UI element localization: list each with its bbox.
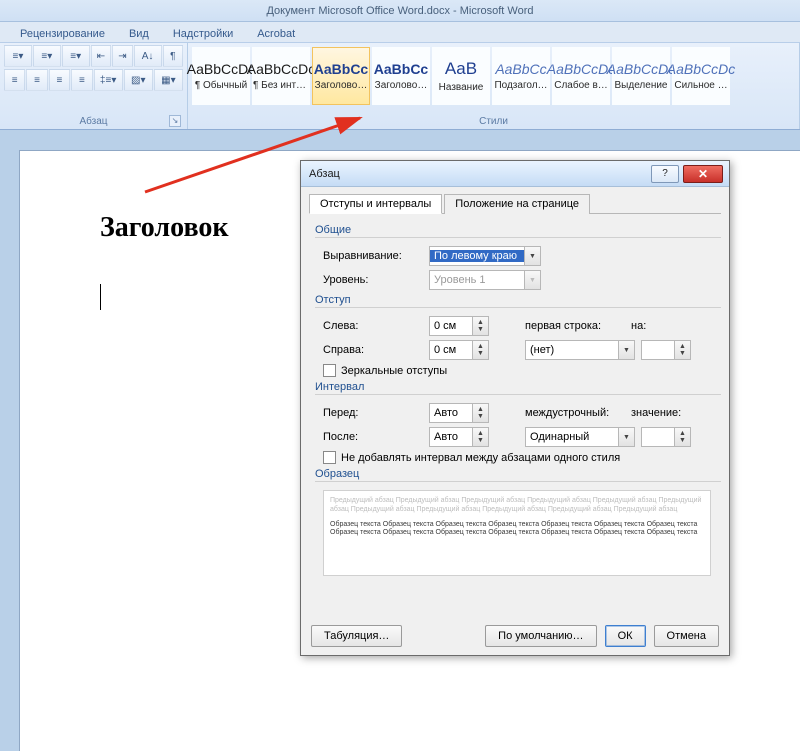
section-general-header: Общие [315, 224, 721, 238]
no-same-style-spacing-checkbox[interactable]: Не добавлять интервал между абзацами одн… [323, 451, 620, 464]
paragraph-dialog-launcher[interactable]: ↘ [169, 115, 181, 127]
spinner-buttons-icon: ▲▼ [472, 404, 488, 422]
sample-preview: Предыдущий абзац Предыдущий абзац Предыд… [323, 490, 711, 576]
dialog-help-button[interactable]: ? [651, 165, 679, 183]
ribbon-group-paragraph-label: Абзац [79, 116, 107, 127]
spacing-after-spin[interactable]: Авто ▲▼ [429, 427, 489, 447]
firstline-label: первая строка: [525, 320, 625, 332]
align-center-button[interactable]: ≡ [26, 69, 47, 91]
shading-button[interactable]: ▨▾ [124, 69, 153, 91]
checkbox-icon [323, 451, 336, 464]
firstline-by-spin[interactable]: ▲▼ [641, 340, 691, 360]
indent-increase-button[interactable]: ⇥ [112, 45, 132, 67]
ribbon-tab-review[interactable]: Рецензирование [16, 26, 109, 42]
sort-button[interactable]: A↓ [134, 45, 162, 67]
line-spacing-button[interactable]: ‡≡▾ [94, 69, 123, 91]
paragraph-dialog: Абзац ? ✕ Отступы и интервалы Положение … [300, 160, 730, 656]
style-normal[interactable]: AaBbCcDc ¶ Обычный [192, 47, 250, 105]
style-subtleemph[interactable]: AaBbCcDc Слабое в… [552, 47, 610, 105]
section-spacing-header: Интервал [315, 381, 721, 395]
linespacing-value-label: значение: [631, 407, 686, 419]
style-strong[interactable]: AaBbCcDc Сильное … [672, 47, 730, 105]
level-label: Уровень: [323, 274, 423, 286]
chevron-down-icon: ▼ [618, 341, 634, 359]
firstline-combo[interactable]: (нет) ▼ [525, 340, 635, 360]
spacing-after-label: После: [323, 431, 423, 443]
multilevel-button[interactable]: ≡▾ [62, 45, 90, 67]
chevron-down-icon: ▼ [524, 247, 540, 265]
chevron-down-icon: ▼ [524, 271, 540, 289]
style-title[interactable]: AaB Название [432, 47, 490, 105]
chevron-down-icon: ▼ [618, 428, 634, 446]
window-title: Документ Microsoft Office Word.docx - Mi… [266, 5, 533, 17]
cancel-button[interactable]: Отмена [654, 625, 719, 647]
show-marks-button[interactable]: ¶ [163, 45, 183, 67]
numbering-button[interactable]: ≡▾ [33, 45, 61, 67]
dialog-title: Абзац [307, 168, 647, 180]
spinner-buttons-icon: ▲▼ [674, 341, 690, 359]
style-heading1[interactable]: AaBbCc Заголово… [312, 47, 370, 105]
default-button[interactable]: По умолчанию… [485, 625, 596, 647]
alignment-label: Выравнивание: [323, 250, 423, 262]
dialog-body: Отступы и интервалы Положение на страниц… [301, 187, 729, 588]
ribbon: ≡▾ ≡▾ ≡▾ ⇤ ⇥ A↓ ¶ ≡ ≡ ≡ ≡ ‡≡▾ ▨▾ ▦▾ Абза… [0, 42, 800, 130]
level-combo[interactable]: Уровень 1 ▼ [429, 270, 541, 290]
spacing-before-label: Перед: [323, 407, 423, 419]
align-justify-button[interactable]: ≡ [71, 69, 92, 91]
align-right-button[interactable]: ≡ [49, 69, 70, 91]
ribbon-tabs: Рецензирование Вид Надстройки Acrobat [0, 22, 800, 42]
ribbon-group-styles-label: Стили [479, 116, 508, 127]
style-heading2[interactable]: AaBbCc Заголово… [372, 47, 430, 105]
ribbon-tab-acrobat[interactable]: Acrobat [253, 26, 299, 42]
tab-indents[interactable]: Отступы и интервалы [309, 194, 442, 214]
style-emphasis[interactable]: AaBbCcDc Выделение [612, 47, 670, 105]
alignment-combo[interactable]: По левому краю ▼ [429, 246, 541, 266]
spinner-buttons-icon: ▲▼ [472, 341, 488, 359]
section-sample-header: Образец [315, 468, 721, 482]
linespacing-value-spin[interactable]: ▲▼ [641, 427, 691, 447]
text-cursor [100, 284, 101, 310]
spinner-buttons-icon: ▲▼ [472, 428, 488, 446]
linespacing-combo[interactable]: Одинарный ▼ [525, 427, 635, 447]
style-subtitle[interactable]: AaBbCc Подзагол… [492, 47, 550, 105]
tabs-button[interactable]: Табуляция… [311, 625, 402, 647]
tab-position[interactable]: Положение на странице [444, 194, 590, 214]
dialog-titlebar[interactable]: Абзац ? ✕ [301, 161, 729, 187]
dialog-close-button[interactable]: ✕ [683, 165, 723, 183]
ribbon-tab-addins[interactable]: Надстройки [169, 26, 237, 42]
ribbon-group-styles: AaBbCcDc ¶ Обычный AaBbCcDc ¶ Без инте… … [188, 43, 800, 129]
borders-button[interactable]: ▦▾ [154, 69, 183, 91]
style-nospacing[interactable]: AaBbCcDc ¶ Без инте… [252, 47, 310, 105]
indent-right-label: Справа: [323, 344, 423, 356]
ok-button[interactable]: ОК [605, 625, 646, 647]
firstline-by-label: на: [631, 320, 671, 332]
linespacing-label: междустрочный: [525, 407, 625, 419]
dialog-button-row: Табуляция… По умолчанию… ОК Отмена [311, 625, 719, 647]
ribbon-group-paragraph: ≡▾ ≡▾ ≡▾ ⇤ ⇥ A↓ ¶ ≡ ≡ ≡ ≡ ‡≡▾ ▨▾ ▦▾ Абза… [0, 43, 188, 129]
indent-left-spin[interactable]: 0 см ▲▼ [429, 316, 489, 336]
indent-right-spin[interactable]: 0 см ▲▼ [429, 340, 489, 360]
styles-gallery[interactable]: AaBbCcDc ¶ Обычный AaBbCcDc ¶ Без инте… … [192, 45, 795, 114]
indent-decrease-button[interactable]: ⇤ [91, 45, 111, 67]
align-left-button[interactable]: ≡ [4, 69, 25, 91]
checkbox-icon [323, 364, 336, 377]
spinner-buttons-icon: ▲▼ [674, 428, 690, 446]
ribbon-tab-view[interactable]: Вид [125, 26, 153, 42]
spinner-buttons-icon: ▲▼ [472, 317, 488, 335]
window-titlebar: Документ Microsoft Office Word.docx - Mi… [0, 0, 800, 22]
dialog-tabstrip: Отступы и интервалы Положение на страниц… [309, 193, 721, 214]
section-indent-header: Отступ [315, 294, 721, 308]
mirror-indents-checkbox[interactable]: Зеркальные отступы [323, 364, 447, 377]
indent-left-label: Слева: [323, 320, 423, 332]
bullets-button[interactable]: ≡▾ [4, 45, 32, 67]
spacing-before-spin[interactable]: Авто ▲▼ [429, 403, 489, 423]
